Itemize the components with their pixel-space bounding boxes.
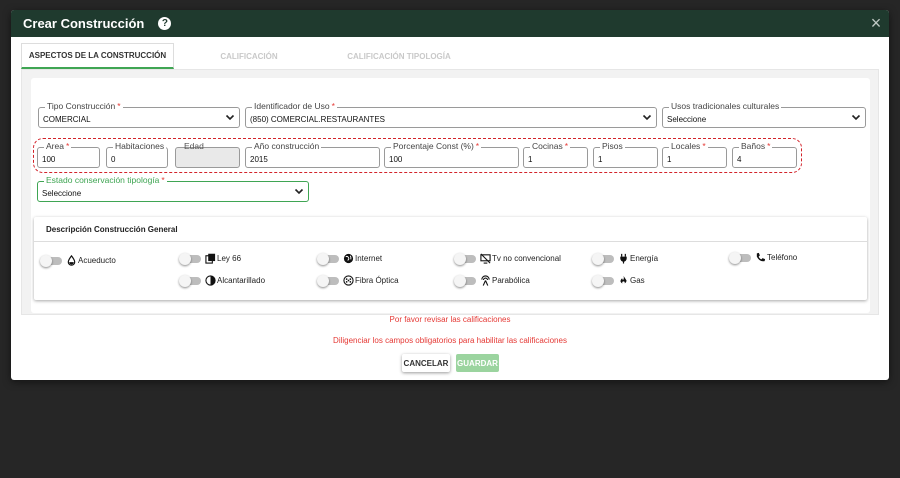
energia-toggle[interactable] (592, 252, 614, 265)
aspectos-panel: Tipo Construcción * COMERCIAL Identificad… (21, 69, 879, 315)
service-telefono: Teléfono (729, 251, 798, 264)
estado-conservacion-select[interactable]: Estado conservación tipología * Seleccion… (37, 175, 309, 202)
form-card: Tipo Construcción * COMERCIAL Identificad… (31, 78, 870, 313)
identificador-uso-value: (850) COMERCIAL.RESTAURANTES (250, 115, 385, 124)
validation-highlight (33, 138, 802, 173)
service-label: Ley 66 (217, 254, 242, 263)
service-label: Acueducto (78, 256, 116, 265)
estado-conservacion-label: Estado conservación tipología (46, 175, 160, 185)
required-mark: * (161, 175, 165, 185)
tipo-construccion-label: Tipo Construcción (47, 101, 116, 111)
usos-tradicionales-select[interactable]: Usos tradicionales culturales Seleccione (662, 101, 866, 128)
diligenciar-message: Diligenciar los campos obligatorios para… (333, 336, 567, 345)
tab-aspectos[interactable]: ASPECTOS DE LA CONSTRUCCIÓN (21, 43, 174, 69)
chevron-down-icon (851, 114, 861, 121)
service-fibra: Fibra Óptica (317, 274, 399, 287)
service-ley66: Ley 66 (179, 252, 242, 265)
modal-header: Crear Construcción ? × (11, 10, 889, 37)
revisar-message: Por favor revisar las calificaciones (389, 315, 511, 324)
tipo-construccion-value: COMERCIAL (43, 115, 91, 124)
tv-toggle[interactable] (454, 252, 476, 265)
half-circle-icon (205, 275, 216, 286)
alcantarillado-toggle[interactable] (179, 274, 201, 287)
service-gas: Gas (592, 274, 645, 287)
acueducto-toggle[interactable] (40, 254, 62, 267)
service-label: Fibra Óptica (355, 276, 399, 285)
chevron-down-icon (294, 188, 304, 195)
usos-tradicionales-value: Seleccione (667, 115, 707, 124)
service-internet: Internet (317, 252, 383, 265)
flame-icon (620, 275, 627, 284)
gas-toggle[interactable] (592, 274, 614, 287)
tipo-construccion-select[interactable]: Tipo Construcción * COMERCIAL (38, 101, 240, 128)
crear-construccion-modal: Crear Construcción ? × ASPECTOS DE LA CO… (11, 10, 889, 380)
ley66-toggle[interactable] (179, 252, 201, 265)
required-mark: * (117, 101, 121, 111)
usos-tradicionales-label: Usos tradicionales culturales (669, 101, 782, 112)
service-label: Energía (630, 254, 659, 263)
cancel-button[interactable]: CANCELAR (402, 354, 450, 372)
save-button[interactable]: GUARDAR (456, 354, 499, 372)
water-drop-icon (67, 255, 76, 266)
divider (34, 241, 867, 242)
required-mark: * (331, 101, 335, 111)
service-energia: Energía (592, 252, 659, 265)
modal-title: Crear Construcción (23, 16, 145, 31)
tab-calificacion-tipologia[interactable]: CALIFICACIÓN TIPOLOGÍA (324, 43, 474, 69)
internet-toggle[interactable] (317, 252, 339, 265)
descripcion-construccion-card: Descripción Construcción General Acueduc… (34, 217, 867, 300)
copy-icon (205, 253, 216, 264)
service-acueducto: Acueducto (40, 254, 116, 267)
antenna-icon (481, 275, 490, 286)
chevron-down-icon (642, 114, 652, 121)
phone-icon (756, 252, 766, 262)
service-alcantarillado: Alcantarillado (179, 274, 266, 287)
identificador-uso-label: Identificador de Uso (254, 101, 330, 111)
service-parabolica: Parabólica (454, 274, 530, 287)
descripcion-title: Descripción Construcción General (46, 225, 178, 234)
identificador-uso-select[interactable]: Identificador de Uso * (850) COMERCIAL.RE… (245, 101, 657, 128)
tab-bar: ASPECTOS DE LA CONSTRUCCIÓN CALIFICACIÓN… (21, 43, 879, 69)
chevron-down-icon (225, 114, 235, 121)
service-label: Internet (355, 254, 383, 263)
close-icon[interactable]: × (868, 13, 884, 33)
plug-icon (620, 253, 627, 264)
service-label: Parabólica (492, 276, 530, 285)
estado-conservacion-value: Seleccione (42, 189, 82, 198)
fiber-icon (343, 275, 354, 286)
service-label: Tv no convencional (492, 254, 561, 263)
tab-calificacion[interactable]: CALIFICACIÓN (174, 43, 324, 69)
help-icon[interactable]: ? (158, 17, 172, 30)
fibra-toggle[interactable] (317, 274, 339, 287)
parabolica-toggle[interactable] (454, 274, 476, 287)
service-label: Alcantarillado (217, 276, 266, 285)
service-tv: Tv no convencional (454, 252, 561, 265)
service-label: Teléfono (767, 253, 798, 262)
service-label: Gas (630, 276, 645, 285)
globe-icon (343, 253, 354, 264)
telefono-toggle[interactable] (729, 251, 751, 264)
tv-off-icon (480, 253, 491, 264)
